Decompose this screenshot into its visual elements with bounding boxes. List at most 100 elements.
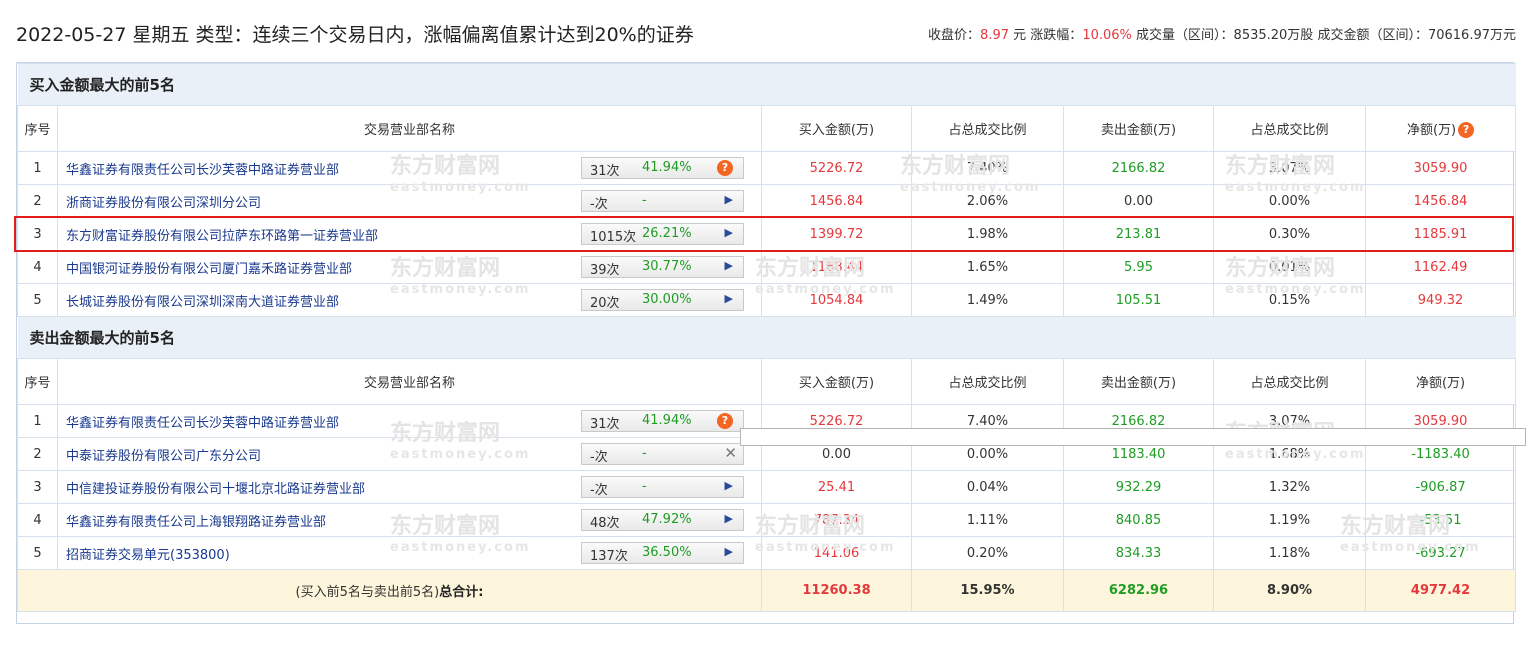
broker-rate: - (642, 446, 647, 461)
cell-net: 1162.49 (1364, 250, 1517, 284)
volume-value: 8535.20万股 (1233, 28, 1314, 43)
broker-name-link[interactable]: 华鑫证券有限责任公司上海银翔路证券营业部 (66, 511, 326, 530)
broker-name-link[interactable]: 浙商证券股份有限公司深圳分公司 (66, 192, 261, 211)
page-header: 2022-05-27 星期五 类型：连续三个交易日内，涨幅偏离值累计达到20%的… (0, 0, 1526, 62)
arrow-icon[interactable]: ▶ (725, 226, 733, 239)
column-header-row: 序号 交易营业部名称 买入金额(万) 占总成交比例 卖出金额(万) 占总成交比例 净额(万) (17, 358, 1517, 405)
column-header-label: 净额(万) (1415, 376, 1466, 391)
broker-stats-badge[interactable]: -次 - ▶ (581, 476, 744, 498)
total-label: (买入前5名与卖出前5名)总合计: (17, 569, 762, 612)
cell-buy-ratio: 1.11% (911, 503, 1064, 537)
broker-stats-badge[interactable]: -次 - ✕ (581, 443, 744, 465)
broker-name-link[interactable]: 中信建投证券股份有限公司十堰北京北路证券营业部 (66, 478, 365, 497)
arrow-icon[interactable]: ▶ (725, 259, 733, 272)
cell-sell: 840.85 (1063, 503, 1214, 537)
dragon-tiger-panel: 买入金额最大的前5名 序号 交易营业部名称 买入金额(万) 占总成交比例 卖出金额(万) 占… (16, 62, 1517, 624)
change-label: 涨跌幅： (1030, 28, 1083, 43)
broker-name-link[interactable]: 长城证券股份有限公司深圳深南大道证券营业部 (66, 291, 339, 310)
stock-stats: 收盘价：8.97 元 涨跌幅：10.06% 成交量（区间）：8535.20万股 … (928, 24, 1516, 43)
broker-name-link[interactable]: 华鑫证券有限责任公司长沙芙蓉中路证券营业部 (66, 159, 339, 178)
broker-name-link[interactable]: 招商证券交易单元(353800) (66, 544, 230, 563)
cell-sell-ratio: 0.30% (1213, 217, 1366, 251)
help-icon[interactable]: ? (1458, 122, 1475, 138)
cell-sell: 2166.82 (1063, 151, 1214, 185)
total-net: 4977.42 (1364, 569, 1517, 612)
section-header: 卖出金额最大的前5名 (17, 316, 1516, 359)
column-header-label: 占总成交比例 (948, 123, 1027, 138)
broker-cell: 中泰证券股份有限公司广东分公司 -次 - ✕ (57, 437, 762, 471)
cell-sell: 5.95 (1063, 250, 1214, 284)
total-label-prefix: (买入前5名与卖出前5名) (295, 585, 440, 600)
total-sell-ratio: 8.90% (1213, 569, 1366, 612)
broker-stats-badge[interactable]: -次 - ▶ (581, 190, 744, 212)
hover-tooltip (740, 428, 1526, 446)
broker-count: 137次 (590, 549, 628, 564)
cell-buy: 141.06 (761, 536, 912, 570)
cell-buy-ratio: 1.65% (911, 250, 1064, 284)
broker-count: 31次 (590, 164, 620, 179)
broker-rate: 30.00% (642, 292, 692, 307)
column-header-sell-ratio: 占总成交比例 (1213, 358, 1366, 405)
broker-stats-badge[interactable]: 137次 36.50% ▶ (581, 542, 744, 564)
broker-count: 39次 (590, 263, 620, 278)
broker-rate: 41.94% (642, 413, 692, 428)
broker-cell: 中国银河证券股份有限公司厦门嘉禾路证券营业部 39次 30.77% ▶ (57, 250, 762, 284)
cell-buy: 1168.44 (761, 250, 912, 284)
row-seq: 2 (17, 437, 58, 471)
arrow-icon[interactable]: ▶ (725, 545, 733, 558)
table-row: 2 浙商证券股份有限公司深圳分公司 -次 - ▶ 1456.84 2.06% 0.00 0.00… (17, 184, 1517, 218)
column-header-name: 交易营业部名称 (57, 105, 762, 152)
broker-count: 20次 (590, 296, 620, 311)
broker-stats-badge[interactable]: 31次 41.94%? (581, 157, 744, 179)
broker-name-link[interactable]: 东方财富证券股份有限公司拉萨东环路第一证券营业部 (66, 225, 378, 244)
broker-stats-badge[interactable]: 39次 30.77% ▶ (581, 256, 744, 278)
total-label-bold: 总合计: (439, 585, 484, 600)
broker-name-link[interactable]: 中国银河证券股份有限公司厦门嘉禾路证券营业部 (66, 258, 352, 277)
arrow-icon[interactable]: ▶ (725, 479, 733, 492)
table-row: 5 长城证券股份有限公司深圳深南大道证券营业部 20次 30.00% ▶ 1054.84 1… (17, 283, 1517, 317)
question-icon[interactable]: ? (717, 160, 733, 176)
broker-cell: 中信建投证券股份有限公司十堰北京北路证券营业部 -次 - ▶ (57, 470, 762, 504)
row-seq: 1 (17, 404, 58, 438)
row-seq: 2 (17, 184, 58, 218)
amount-value: 70616.97万元 (1427, 28, 1516, 43)
total-buy: 11260.38 (761, 569, 912, 612)
broker-cell: 长城证券股份有限公司深圳深南大道证券营业部 20次 30.00% ▶ (57, 283, 762, 317)
broker-name-link[interactable]: 华鑫证券有限责任公司长沙芙蓉中路证券营业部 (66, 412, 339, 431)
cell-sell-ratio: 0.15% (1213, 283, 1366, 317)
arrow-icon[interactable]: ▶ (725, 512, 733, 525)
table-row: 3 东方财富证券股份有限公司拉萨东环路第一证券营业部 1015次 26.21% ▶ 139… (17, 217, 1517, 251)
column-header-label: 卖出金额(万) (1100, 123, 1177, 138)
table-row: 4 中国银河证券股份有限公司厦门嘉禾路证券营业部 39次 30.77% ▶ 1168.44… (17, 250, 1517, 284)
broker-cell: 东方财富证券股份有限公司拉萨东环路第一证券营业部 1015次 26.21% ▶ (57, 217, 762, 251)
column-header-label: 买入金额(万) (798, 376, 875, 391)
row-seq: 1 (17, 151, 58, 185)
close-icon[interactable]: ✕ (724, 444, 737, 462)
cell-buy-ratio: 7.40% (911, 151, 1064, 185)
row-seq: 4 (17, 250, 58, 284)
column-header-label: 占总成交比例 (948, 376, 1027, 391)
row-seq: 3 (17, 217, 58, 251)
broker-stats-badge[interactable]: 48次 47.92% ▶ (581, 509, 744, 531)
cell-buy: 1054.84 (761, 283, 912, 317)
total-row: (买入前5名与卖出前5名)总合计: 11260.38 15.95% 6282.96 8.… (17, 569, 1517, 612)
cell-sell-ratio: 1.19% (1213, 503, 1366, 537)
column-header-label: 交易营业部名称 (363, 376, 455, 391)
cell-net: -693.27 (1364, 536, 1517, 570)
volume-label: 成交量（区间）： (1136, 28, 1234, 43)
broker-name-link[interactable]: 中泰证券股份有限公司广东分公司 (66, 445, 261, 464)
arrow-icon[interactable]: ▶ (725, 193, 733, 206)
cell-sell: 932.29 (1063, 470, 1214, 504)
cell-net: 1185.91 (1364, 217, 1517, 251)
broker-count: -次 (590, 483, 608, 498)
broker-stats-badge[interactable]: 1015次 26.21% ▶ (581, 223, 744, 245)
broker-stats-badge[interactable]: 20次 30.00% ▶ (581, 289, 744, 311)
broker-rate: 47.92% (642, 512, 692, 527)
column-header-seq: 序号 (17, 358, 58, 405)
column-header-net: 净额(万)? (1364, 105, 1517, 152)
column-header-label: 序号 (24, 123, 51, 138)
question-icon[interactable]: ? (717, 413, 733, 429)
broker-stats-badge[interactable]: 31次 41.94%? (581, 410, 744, 432)
arrow-icon[interactable]: ▶ (725, 292, 733, 305)
table-row: 5 招商证券交易单元(353800) 137次 36.50% ▶ 141.06 0.20% 8… (17, 536, 1517, 570)
